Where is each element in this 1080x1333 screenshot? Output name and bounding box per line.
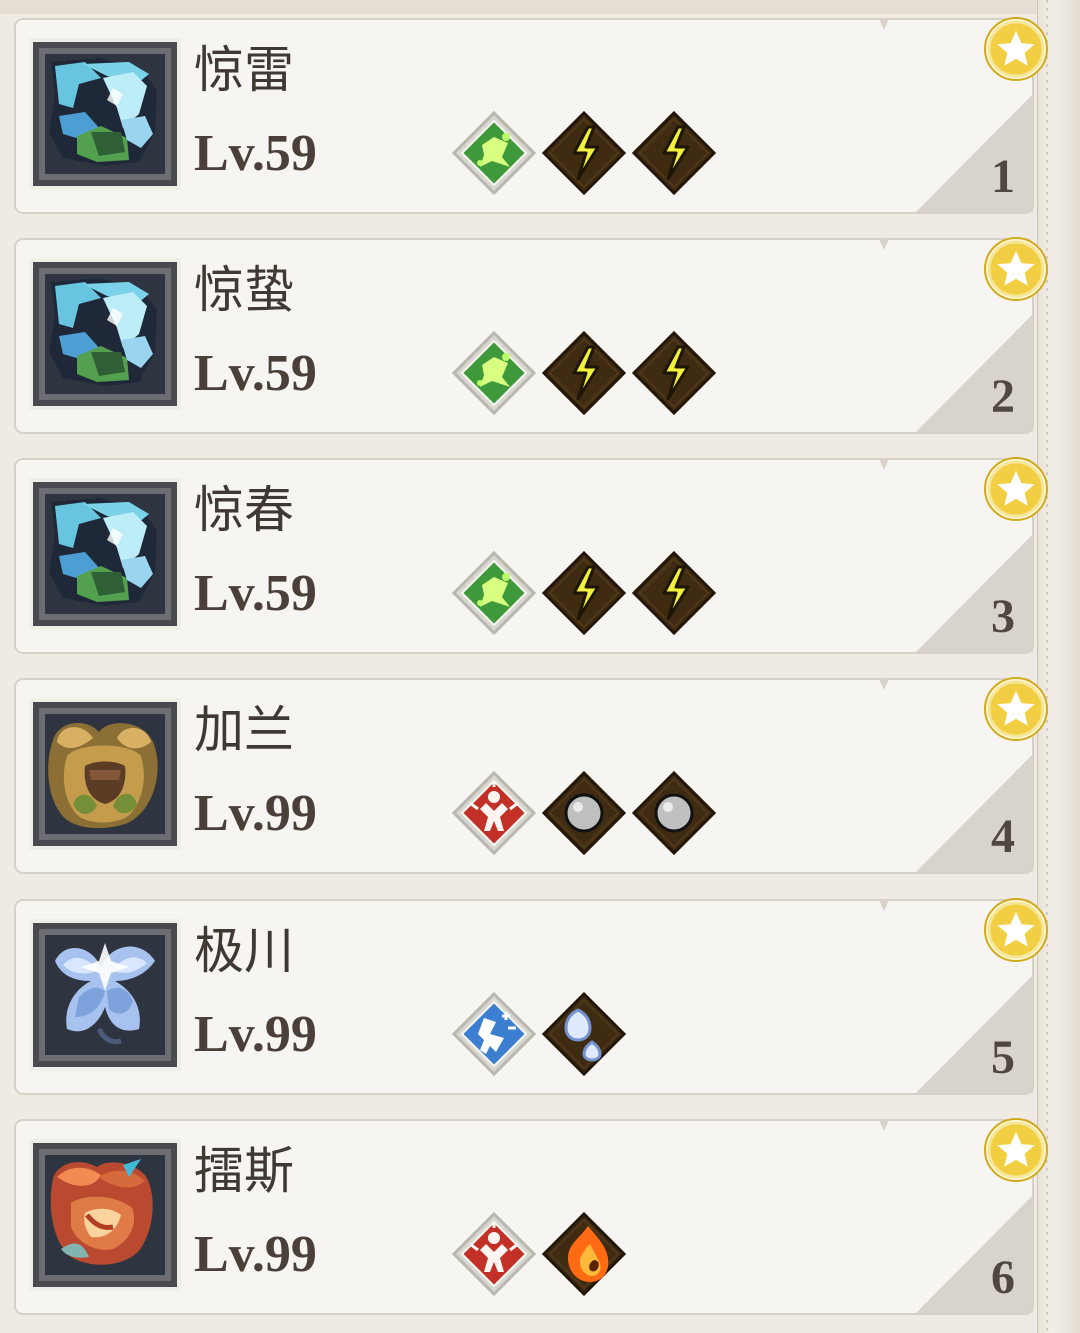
monster-name: 惊蛰 xyxy=(194,261,294,319)
monster-name: 加兰 xyxy=(194,701,294,759)
silver-orb-icon xyxy=(540,769,628,857)
rank-number: 5 xyxy=(991,1031,1015,1084)
blue-thunder-wyvern-icon xyxy=(29,38,181,190)
blue-speed-gem-icon xyxy=(450,990,538,1078)
monster-level: Lv.59 xyxy=(194,565,317,622)
thunder-gem-icon xyxy=(540,549,628,637)
red-power-gem-icon xyxy=(450,1210,538,1298)
monster-card[interactable]: 惊春 Lv.59 3 xyxy=(14,456,1048,654)
blue-thunder-wyvern-icon xyxy=(29,258,181,410)
thunder-gem-icon xyxy=(540,329,628,417)
monster-level: Lv.59 xyxy=(194,125,317,182)
monster-card[interactable]: 惊雷 Lv.59 1 xyxy=(14,16,1048,214)
monster-card[interactable]: 惊蛰 Lv.59 2 xyxy=(14,236,1048,434)
favorite-star-icon[interactable] xyxy=(983,456,1049,522)
monster-card[interactable]: 加兰 Lv.99 4 xyxy=(14,676,1048,874)
monster-level: Lv.99 xyxy=(194,785,317,842)
green-buff-gem-icon xyxy=(450,549,538,637)
thunder-gem-icon xyxy=(630,329,718,417)
monster-name: 极川 xyxy=(194,922,294,980)
silver-orb-icon xyxy=(630,769,718,857)
favorite-star-icon[interactable] xyxy=(983,676,1049,742)
monster-level: Lv.99 xyxy=(194,1006,317,1063)
blue-thunder-wyvern-icon xyxy=(29,478,181,630)
monster-list: 惊雷 Lv.59 1 惊蛰 Lv.59 2 惊春 Lv.59 3 加兰 Lv.99 4 极川 Lv.99 5… xyxy=(0,0,1080,1333)
monster-level: Lv.59 xyxy=(194,345,317,402)
green-buff-gem-icon xyxy=(450,109,538,197)
favorite-star-icon[interactable] xyxy=(983,897,1049,963)
favorite-star-icon[interactable] xyxy=(983,16,1049,82)
fire-gem-icon xyxy=(540,1210,628,1298)
rank-number: 2 xyxy=(991,370,1015,423)
monster-level: Lv.99 xyxy=(194,1226,317,1283)
monster-name: 惊春 xyxy=(194,481,294,539)
rank-number: 6 xyxy=(991,1251,1015,1304)
horned-brute-icon xyxy=(29,698,181,850)
red-power-gem-icon xyxy=(450,769,538,857)
ice-moth-icon xyxy=(29,919,181,1071)
favorite-star-icon[interactable] xyxy=(983,236,1049,302)
monster-card[interactable]: 擂斯 Lv.99 6 xyxy=(14,1117,1048,1315)
fire-drake-icon xyxy=(29,1139,181,1291)
monster-name: 惊雷 xyxy=(194,41,294,99)
favorite-star-icon[interactable] xyxy=(983,1117,1049,1183)
thunder-gem-icon xyxy=(630,109,718,197)
water-drop-gem-icon xyxy=(540,990,628,1078)
rank-number: 4 xyxy=(991,810,1015,863)
monster-name: 擂斯 xyxy=(194,1142,294,1200)
thunder-gem-icon xyxy=(630,549,718,637)
thunder-gem-icon xyxy=(540,109,628,197)
rank-number: 3 xyxy=(991,590,1015,643)
green-buff-gem-icon xyxy=(450,329,538,417)
rank-number: 1 xyxy=(991,150,1015,203)
monster-card[interactable]: 极川 Lv.99 5 xyxy=(14,897,1048,1095)
